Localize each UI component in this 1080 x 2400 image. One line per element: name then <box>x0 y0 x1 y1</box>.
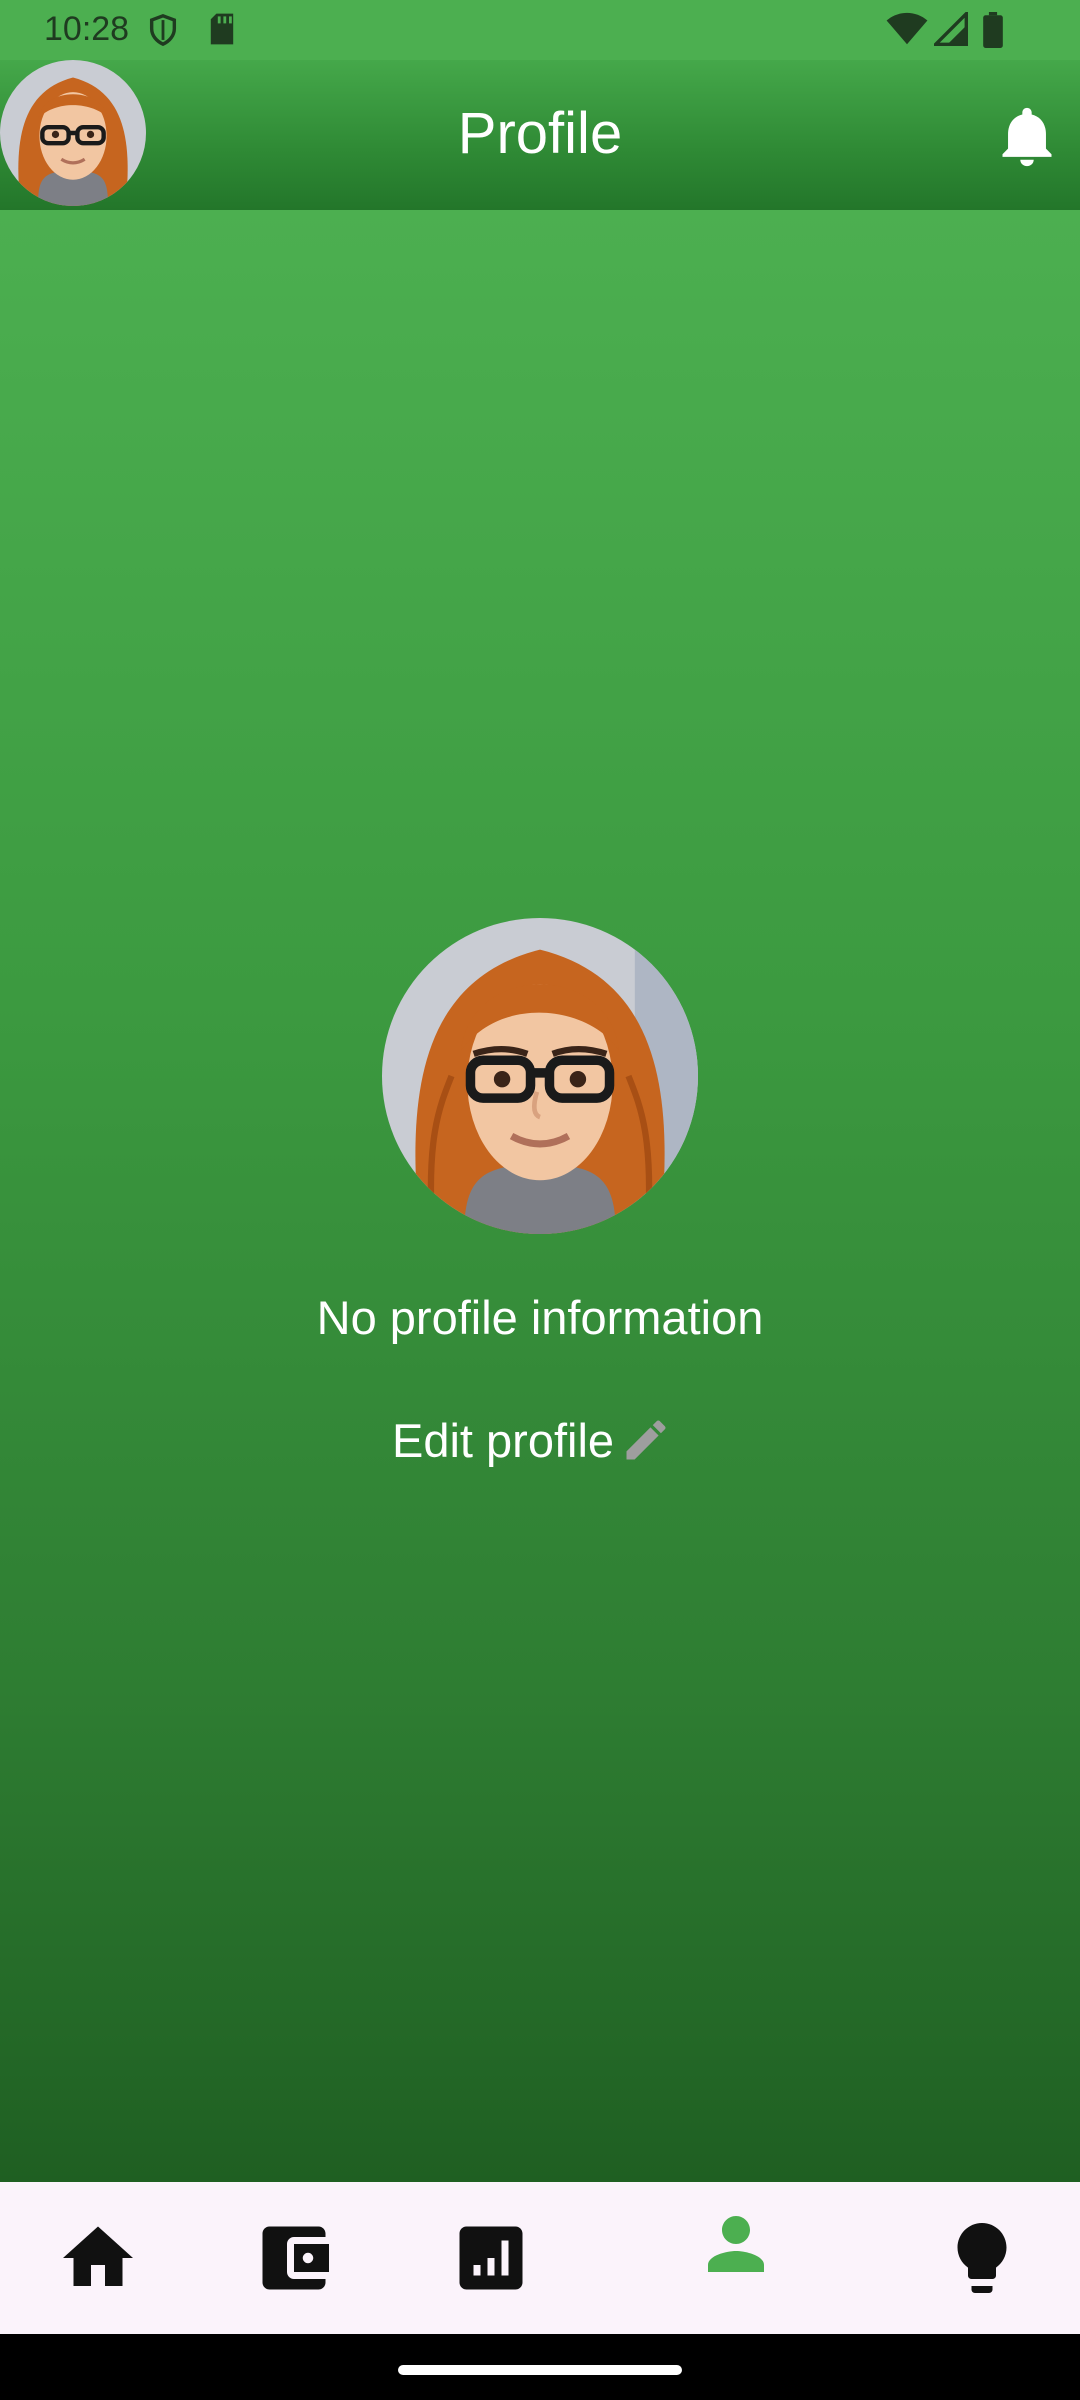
profile-content: No profile information Edit profile <box>0 210 1080 2182</box>
person-icon <box>708 2216 764 2272</box>
sd-card-icon <box>210 13 234 45</box>
home-icon <box>63 2226 133 2286</box>
notifications-button[interactable] <box>992 102 1062 172</box>
nav-statistics[interactable] <box>449 2216 533 2300</box>
edit-profile-button[interactable]: Edit profile <box>392 1410 672 1470</box>
wifi-icon <box>886 12 928 45</box>
nav-tips[interactable] <box>940 2216 1024 2300</box>
nav-home[interactable] <box>56 2216 140 2300</box>
app-bar: Profile <box>0 60 1080 210</box>
cellular-signal-icon <box>934 12 968 46</box>
status-time: 10:28 <box>44 10 130 48</box>
lightbulb-icon <box>957 2223 1007 2293</box>
page-title: Profile <box>457 101 623 166</box>
edit-profile-label: Edit profile <box>392 1413 615 1467</box>
pencil-icon <box>626 1420 666 1460</box>
avatar-image <box>382 918 698 1234</box>
gesture-navigation-area <box>0 2334 1080 2400</box>
wallet-icon <box>262 2226 329 2290</box>
bottom-navigation <box>0 2182 1080 2334</box>
shield-icon <box>149 14 177 47</box>
nav-wallet[interactable] <box>252 2216 336 2300</box>
bar-chart-icon <box>459 2226 523 2290</box>
profile-avatar[interactable] <box>382 918 698 1234</box>
no-profile-message: No profile information <box>316 1291 764 1344</box>
bell-icon <box>1002 107 1052 167</box>
screen: 10:28 Profile No profile information Edi… <box>0 0 1080 2400</box>
battery-icon <box>983 12 1003 48</box>
home-gesture-handle[interactable] <box>398 2365 682 2375</box>
nav-profile[interactable] <box>694 2202 778 2286</box>
status-bar: 10:28 <box>0 0 1080 60</box>
